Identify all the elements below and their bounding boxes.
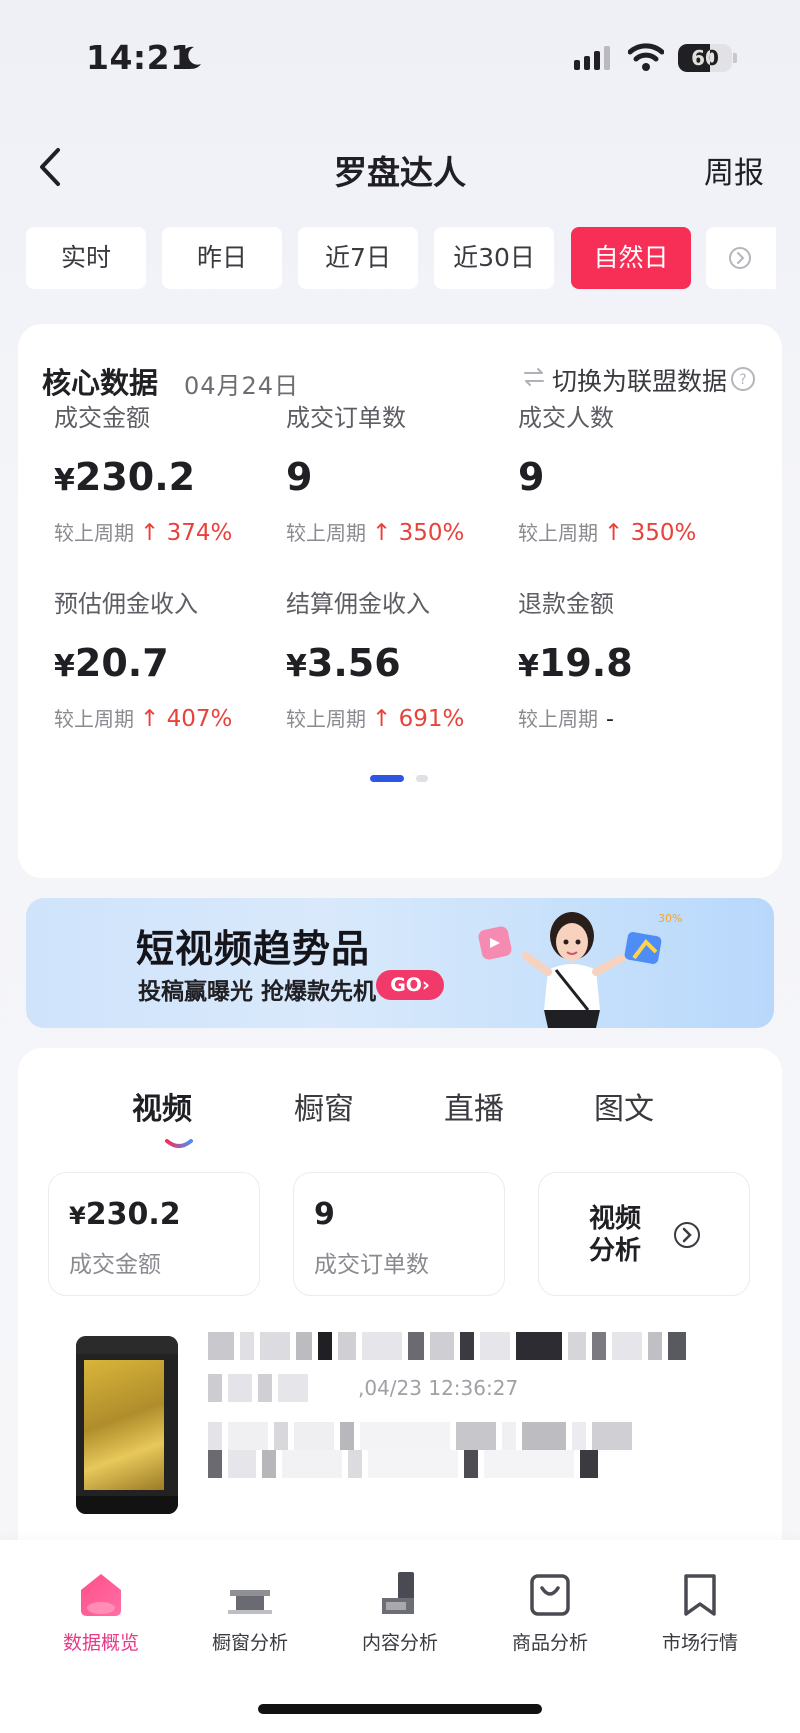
nav-showcase-analysis[interactable]: 橱窗分析 xyxy=(185,1568,315,1655)
tab-active-indicator xyxy=(165,1139,193,1148)
metric-compare: 较上周期 ↑ 350% xyxy=(518,520,697,546)
tab-video[interactable]: 视频 xyxy=(132,1084,192,1128)
nav-label: 内容分析 xyxy=(361,1632,438,1654)
status-bar: 14:21 60 xyxy=(0,0,800,118)
bookmark-icon xyxy=(684,1574,716,1616)
video-stats-blurred xyxy=(208,1422,632,1450)
banner-go-button[interactable]: GO› xyxy=(376,970,444,1000)
tab-showcase[interactable]: 橱窗 xyxy=(294,1084,354,1128)
core-data-card: 核心数据 04月24日 切换为联盟数据 ? 成交金额 ¥230.2 较上周期 ↑ … xyxy=(18,324,782,878)
metric-orders[interactable]: 成交订单数 9 较上周期 ↑ 350% xyxy=(286,398,516,546)
video-thumbnail xyxy=(76,1336,178,1514)
period-tab-yesterday[interactable]: 昨日 xyxy=(162,227,282,289)
metric-settled-commission[interactable]: 结算佣金收入 ¥3.56 较上周期 ↑ 691% xyxy=(286,584,516,732)
svg-text:30%: 30% xyxy=(658,912,682,925)
metric-value: 9 xyxy=(518,455,545,499)
period-tab-30days[interactable]: 近30日 xyxy=(434,227,554,289)
battery-cap xyxy=(733,53,737,63)
metric-label: 成交订单数 xyxy=(286,404,406,432)
banner-title: 短视频趋势品 xyxy=(136,927,371,971)
shop-window-icon xyxy=(228,1590,272,1614)
metric-label: 成交金额 xyxy=(54,404,150,432)
pager-dot-active[interactable] xyxy=(370,775,404,782)
switch-arrows-icon[interactable] xyxy=(522,366,546,388)
moon-icon xyxy=(180,46,201,69)
banner-subtitle: 投稿赢曝光 抢爆款先机 xyxy=(138,979,377,1005)
video-list-item[interactable]: ,04/23 12:36:27 xyxy=(48,1326,758,1546)
period-tab-natural-day[interactable]: 自然日 xyxy=(571,227,691,289)
shopping-bag-icon xyxy=(530,1574,570,1616)
metric-compare: 较上周期 ↑ 350% xyxy=(286,520,465,546)
period-tabs: 实时 昨日 近7日 近30日 自然日 xyxy=(26,227,800,289)
banner-girl-illustration: 30% xyxy=(478,912,682,1028)
stat-value: ¥230.2 xyxy=(69,1197,181,1232)
chevron-right-circle-icon xyxy=(674,1222,700,1248)
stat-label: 成交订单数 xyxy=(314,1252,429,1278)
tab-live[interactable]: 直播 xyxy=(444,1084,504,1128)
metric-gmv[interactable]: 成交金额 ¥230.2 较上周期 ↑ 374% xyxy=(54,398,284,546)
stat-value: 9 xyxy=(314,1197,335,1232)
metric-compare: 较上周期 - xyxy=(518,707,614,732)
metric-value: ¥3.56 xyxy=(286,641,401,685)
video-stats-blurred-2 xyxy=(208,1450,598,1478)
stat-gmv[interactable]: ¥230.2 成交金额 xyxy=(48,1172,260,1296)
metric-refund[interactable]: 退款金额 ¥19.8 较上周期 - xyxy=(518,584,748,732)
metric-estimated-commission[interactable]: 预估佣金收入 ¥20.7 较上周期 ↑ 407% xyxy=(54,584,284,732)
content-icon xyxy=(382,1572,414,1614)
battery-text: 60 xyxy=(691,46,719,70)
video-title-blurred xyxy=(208,1332,686,1360)
metric-value: ¥20.7 xyxy=(54,641,169,685)
metric-compare: 较上周期 ↑ 407% xyxy=(54,706,233,732)
metric-buyers[interactable]: 成交人数 9 较上周期 ↑ 350% xyxy=(518,398,748,546)
metric-compare: 较上周期 ↑ 691% xyxy=(286,706,465,732)
core-data-date: 04月24日 xyxy=(184,372,300,400)
metric-label: 退款金额 xyxy=(518,590,614,618)
stat-label: 成交金额 xyxy=(69,1252,161,1278)
nav-market-trends[interactable]: 市场行情 xyxy=(635,1568,765,1655)
trend-banner[interactable]: 短视频趋势品 投稿赢曝光 抢爆款先机 GO› 30% xyxy=(26,898,774,1028)
nav-product-analysis[interactable]: 商品分析 xyxy=(485,1568,615,1655)
period-tab-realtime[interactable]: 实时 xyxy=(26,227,146,289)
signal-icon xyxy=(574,46,610,70)
stat-orders[interactable]: 9 成交订单数 xyxy=(293,1172,505,1296)
svg-text:?: ? xyxy=(739,372,746,388)
metric-value: ¥19.8 xyxy=(518,641,633,685)
help-icon[interactable]: ? xyxy=(730,366,756,392)
video-meta-blurred xyxy=(208,1374,308,1402)
video-analysis-label: 视频分析 xyxy=(589,1204,642,1266)
home-indicator xyxy=(258,1704,542,1714)
metric-compare: 较上周期 ↑ 374% xyxy=(54,520,233,546)
metric-label: 预估佣金收入 xyxy=(54,590,198,618)
nav-label: 市场行情 xyxy=(661,1632,738,1654)
metric-label: 结算佣金收入 xyxy=(286,590,430,618)
chevron-right-circle-icon xyxy=(729,247,751,269)
nav-label: 商品分析 xyxy=(511,1632,588,1654)
core-data-title: 核心数据 xyxy=(42,366,159,400)
tab-image-text[interactable]: 图文 xyxy=(594,1084,654,1128)
page-title: 罗盘达人 xyxy=(334,153,466,192)
nav-data-overview[interactable]: 数据概览 xyxy=(36,1568,166,1655)
nav-content-analysis[interactable]: 内容分析 xyxy=(335,1568,465,1655)
nav-label: 橱窗分析 xyxy=(211,1632,288,1654)
metric-label: 成交人数 xyxy=(518,404,614,432)
metric-value: ¥230.2 xyxy=(54,455,196,499)
nav-label: 数据概览 xyxy=(62,1632,139,1654)
pager-dot[interactable] xyxy=(416,775,428,782)
period-more-button[interactable] xyxy=(706,227,776,289)
wifi-icon xyxy=(628,43,664,71)
switch-to-alliance-link[interactable]: 切换为联盟数据 xyxy=(552,362,727,398)
video-publish-time: ,04/23 12:36:27 xyxy=(358,1376,519,1400)
video-analysis-button[interactable]: 视频分析 xyxy=(538,1172,750,1296)
period-tab-7days[interactable]: 近7日 xyxy=(298,227,418,289)
home-icon xyxy=(81,1574,121,1616)
metric-value: 9 xyxy=(286,455,313,499)
weekly-report-link[interactable]: 周报 xyxy=(704,148,764,192)
battery-indicator: 60 xyxy=(678,44,732,72)
